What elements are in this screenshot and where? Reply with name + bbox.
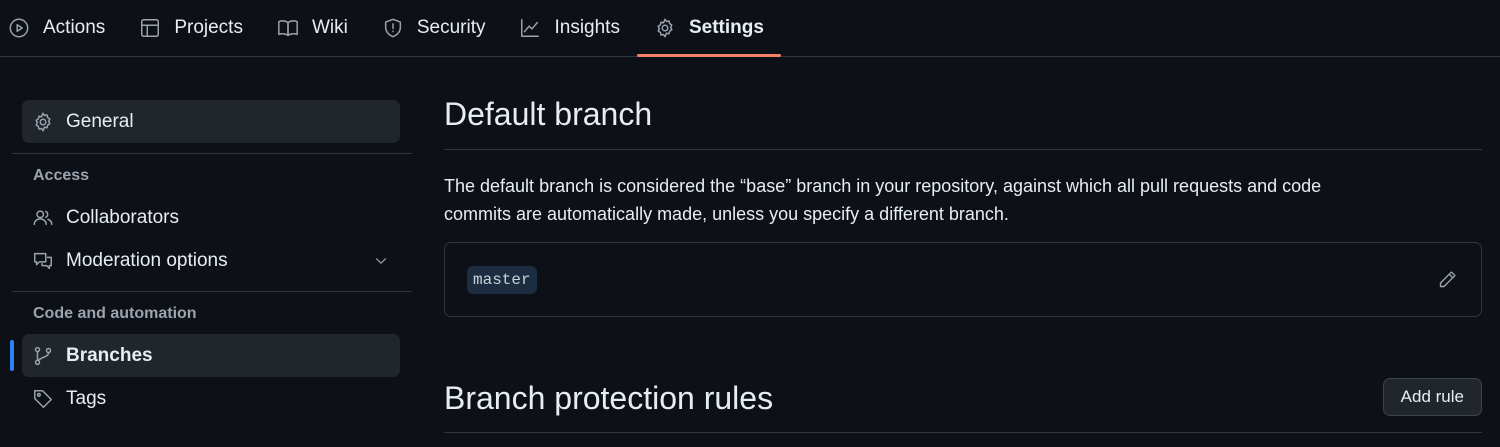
tag-icon bbox=[34, 389, 52, 408]
tab-projects[interactable]: Projects bbox=[122, 0, 260, 56]
sidebar-item-label: Collaborators bbox=[66, 206, 179, 228]
tab-insights[interactable]: Insights bbox=[502, 0, 636, 56]
default-branch-title: Default branch bbox=[444, 96, 1482, 150]
chevron-down-icon bbox=[375, 257, 387, 264]
gear-icon bbox=[657, 18, 673, 38]
play-circle-icon bbox=[9, 18, 29, 38]
branch-name-tag: master bbox=[467, 265, 537, 294]
sidebar-divider bbox=[12, 153, 412, 154]
branch-protection-header: Branch protection rules Add rule bbox=[444, 374, 1482, 433]
default-branch-box: master bbox=[444, 242, 1482, 317]
pencil-icon bbox=[1439, 271, 1456, 288]
default-branch-description: The default branch is considered the “ba… bbox=[444, 172, 1482, 228]
sidebar-item-label: Moderation options bbox=[66, 249, 228, 271]
book-icon bbox=[278, 20, 298, 37]
settings-main: Default branch The default branch is con… bbox=[444, 96, 1482, 317]
tab-label: Settings bbox=[688, 17, 764, 38]
tab-label: Wiki bbox=[311, 17, 348, 38]
sidebar-item-label: Branches bbox=[66, 344, 153, 366]
sidebar-item-collaborators[interactable]: Collaborators bbox=[22, 196, 400, 239]
tab-wiki[interactable]: Wiki bbox=[260, 0, 365, 56]
people-icon bbox=[33, 209, 53, 225]
shield-icon bbox=[384, 18, 401, 38]
tab-actions[interactable]: Actions bbox=[0, 0, 122, 56]
tab-label: Insights bbox=[554, 17, 620, 38]
add-rule-button[interactable]: Add rule bbox=[1382, 378, 1482, 416]
sidebar-heading-access: Access bbox=[33, 167, 90, 184]
comment-discussion-icon bbox=[34, 252, 52, 269]
gear-icon bbox=[35, 112, 51, 131]
repo-nav: Actions Projects Wiki Security Insights … bbox=[0, 0, 1500, 57]
tab-label: Projects bbox=[174, 17, 243, 38]
edit-default-branch-button[interactable] bbox=[1435, 268, 1459, 292]
sidebar-heading-code: Code and automation bbox=[33, 305, 197, 322]
branch-protection-title: Branch protection rules bbox=[444, 380, 774, 416]
sidebar-divider bbox=[12, 291, 412, 292]
tab-label: Actions bbox=[43, 17, 106, 38]
sidebar-item-moderation[interactable]: Moderation options bbox=[22, 239, 400, 282]
description-line: The default branch is considered the “ba… bbox=[444, 176, 1322, 196]
settings-sidebar: General Access Collaborators Moderation … bbox=[10, 100, 412, 420]
tab-settings[interactable]: Settings bbox=[636, 0, 781, 57]
sidebar-item-label: Tags bbox=[66, 387, 107, 409]
sidebar-item-label: General bbox=[66, 110, 134, 132]
sidebar-item-branches[interactable]: Branches bbox=[10, 334, 400, 377]
graph-icon bbox=[521, 19, 540, 37]
tab-label: Security bbox=[416, 17, 486, 38]
git-branch-icon bbox=[34, 346, 52, 365]
tab-security[interactable]: Security bbox=[365, 0, 503, 56]
sidebar-item-tags[interactable]: Tags bbox=[22, 377, 400, 420]
description-line: commits are automatically made, unless y… bbox=[444, 204, 1009, 224]
sidebar-item-general[interactable]: General bbox=[22, 100, 400, 143]
table-icon bbox=[141, 19, 160, 37]
